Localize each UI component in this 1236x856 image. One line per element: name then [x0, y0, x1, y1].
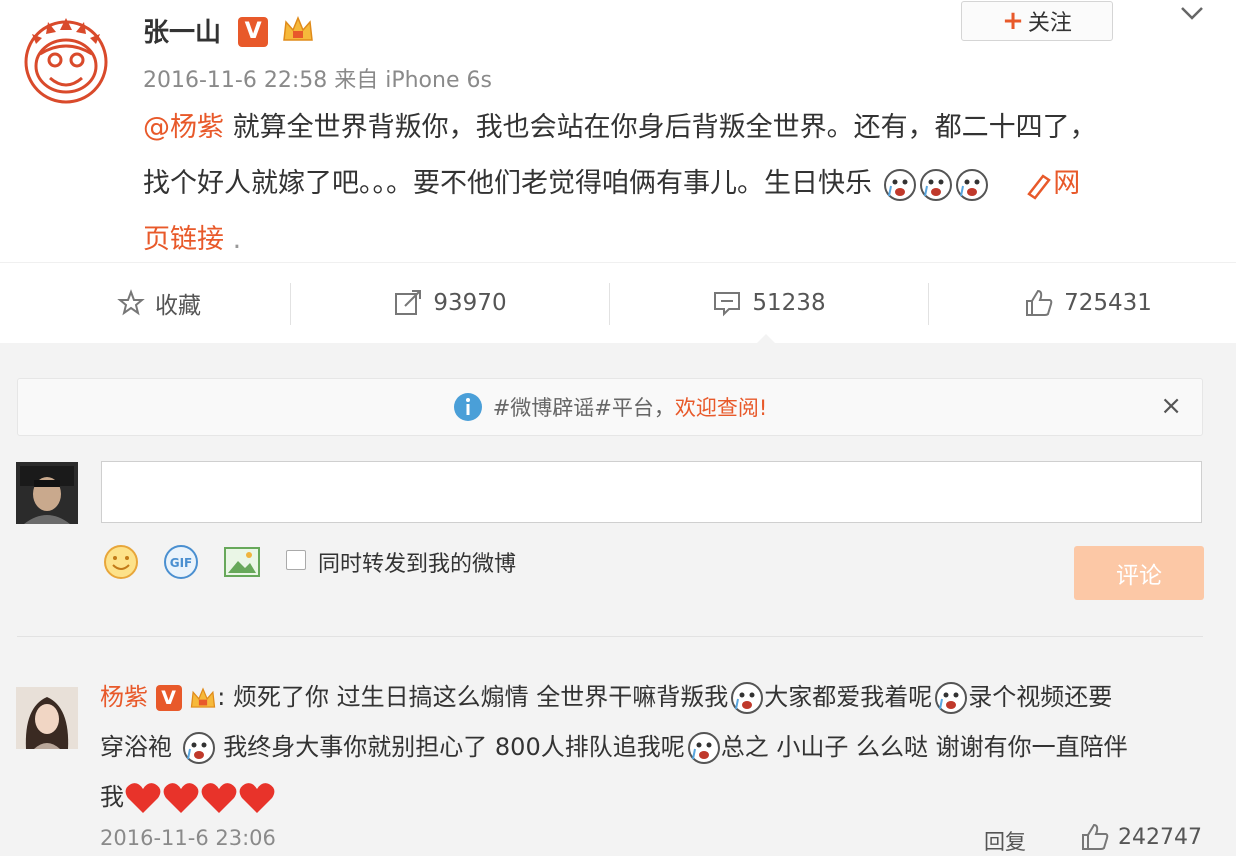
user-avatar[interactable] — [16, 462, 78, 524]
chevron-down-icon[interactable] — [1177, 0, 1207, 28]
comment-seg6: 总之 小山子 么么哒 谢谢有你一直陪伴 — [720, 733, 1128, 761]
post-username[interactable]: 张一山 — [143, 18, 221, 48]
heart-icon — [163, 783, 199, 813]
heart-icon — [201, 783, 237, 813]
comment-count: 51238 — [752, 290, 826, 316]
web-link-part2[interactable]: 页链接 — [143, 224, 224, 255]
comment-like-count: 242747 — [1118, 824, 1202, 850]
crying-emoji-icon — [182, 732, 215, 764]
comment-seg5: 我终身大事你就别担心了 800人排队追我呢 — [223, 733, 685, 761]
link-trailing: . — [224, 224, 242, 255]
repost-checkbox[interactable] — [286, 550, 306, 570]
verified-icon: V — [155, 685, 182, 711]
web-link-part1[interactable]: 网 — [1053, 168, 1080, 199]
post-text: @杨紫 就算全世界背叛你，我也会站在你身后背叛全世界。还有，都二十四了， 找个好… — [143, 100, 1203, 268]
heart-icon — [239, 783, 275, 813]
repost-count: 93970 — [433, 290, 507, 316]
follow-label: 关注 — [1027, 11, 1072, 36]
repost-button[interactable]: 93970 — [291, 263, 609, 343]
crying-emoji-icon — [935, 682, 968, 714]
close-icon[interactable]: × — [1160, 391, 1182, 421]
like-button[interactable]: 725431 — [929, 263, 1236, 343]
vip-crown-icon — [191, 687, 216, 708]
image-icon[interactable] — [222, 543, 262, 581]
comment-date: 2016-11-6 23:06 — [100, 826, 276, 850]
comment-seg2: 大家都爱我着呢 — [764, 683, 933, 711]
thumbs-up-icon — [1082, 823, 1109, 850]
post-text-line2: 找个好人就嫁了吧。。。要不他们老觉得咱俩有事儿。生日快乐 — [143, 168, 872, 199]
crying-emoji-icon — [883, 168, 916, 201]
notice-link[interactable]: 欢迎查阅! — [675, 396, 767, 420]
monkey-avatar[interactable] — [20, 14, 112, 106]
comment-seg3: 录个视频还要 — [968, 683, 1113, 711]
commenter-name[interactable]: 杨紫 — [100, 683, 148, 711]
comment-submit-button[interactable]: 评论 — [1074, 546, 1204, 600]
smiley-icon[interactable] — [102, 543, 140, 581]
comment-button[interactable]: 51238 — [610, 263, 928, 343]
star-icon — [117, 289, 145, 316]
vip-crown-icon — [283, 16, 313, 41]
comment-input[interactable] — [101, 461, 1202, 523]
crying-emoji-icon — [731, 682, 764, 714]
plus-icon: + — [1002, 6, 1024, 36]
like-count: 725431 — [1064, 290, 1152, 316]
info-icon — [453, 393, 482, 421]
verified-icon: V — [238, 16, 269, 47]
favorite-label: 收藏 — [155, 293, 201, 319]
post-author-row: 张一山 V — [143, 12, 315, 49]
action-bar: 收藏 93970 51238 725431 — [0, 262, 1236, 344]
thumbs-up-icon — [1026, 289, 1053, 316]
comment-caret — [756, 334, 776, 344]
comment-seg1: : 烦死了你 过生日搞这么煽情 全世界干嘛背叛我 — [217, 683, 729, 711]
gif-icon[interactable]: GIF — [162, 543, 200, 581]
crying-emoji-icon — [955, 168, 988, 201]
svg-text:GIF: GIF — [170, 556, 193, 570]
repost-icon — [395, 290, 422, 315]
comment-seg4: 穿浴袍 — [100, 733, 180, 761]
comment-text: 杨紫 V : 烦死了你 过生日搞这么煽情 全世界干嘛背叛我 大家都爱我着呢 录个视频… — [100, 672, 1206, 822]
post-text-line1: 就算全世界背叛你，我也会站在你身后背叛全世界。还有，都二十四了， — [224, 112, 1097, 143]
comment-seg7: 我 — [100, 783, 124, 811]
notice-text: #微博辟谣#平台， — [492, 396, 675, 420]
post-meta: 2016-11-6 22:58 来自 iPhone 6s — [143, 68, 492, 93]
comment-icon — [714, 292, 741, 317]
comment-like-button[interactable]: 242747 — [1080, 822, 1202, 852]
heart-icon — [125, 783, 161, 813]
crying-emoji-icon — [687, 732, 720, 764]
repost-label[interactable]: 同时转发到我的微博 — [318, 546, 516, 578]
link-pencil-icon — [1027, 173, 1051, 200]
follow-button[interactable]: + 关注 — [961, 1, 1113, 41]
favorite-button[interactable]: 收藏 — [0, 263, 318, 343]
reply-button[interactable]: 回复 — [984, 826, 1026, 856]
divider — [17, 636, 1203, 637]
mention-link[interactable]: @杨紫 — [143, 112, 224, 143]
commenter-avatar[interactable] — [16, 687, 78, 749]
crying-emoji-icon — [919, 168, 952, 201]
notice-banner: #微博辟谣#平台，欢迎查阅! × — [17, 378, 1203, 436]
